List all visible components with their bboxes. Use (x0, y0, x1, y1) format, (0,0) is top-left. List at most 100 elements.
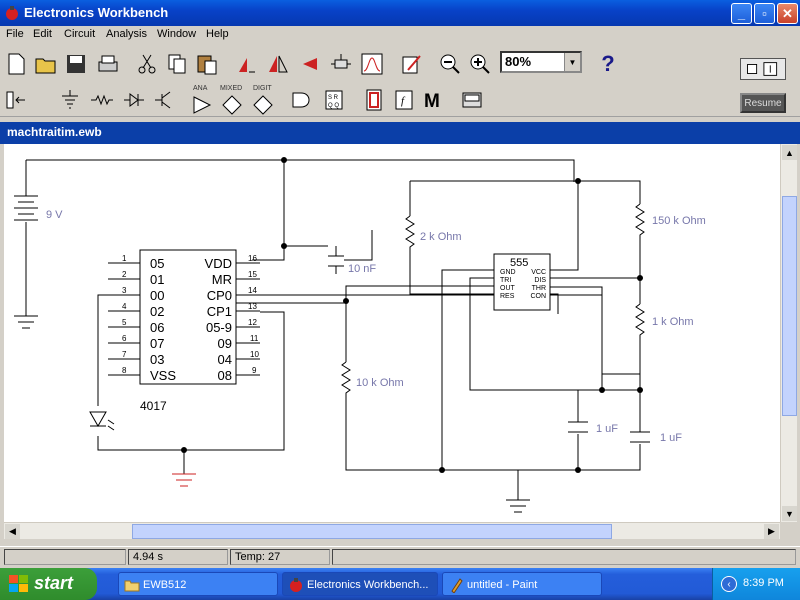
svg-text:CP0: CP0 (207, 288, 232, 303)
resistor-150k (635, 203, 645, 236)
svg-text:8: 8 (122, 366, 127, 375)
menu-circuit[interactable]: Circuit (64, 28, 95, 40)
svg-text:07: 07 (150, 336, 164, 351)
controls-icon[interactable]: f (390, 86, 418, 114)
battery-label: 9 V (46, 209, 63, 221)
svg-text:3: 3 (122, 286, 127, 295)
menu-analysis[interactable]: Analysis (106, 28, 147, 40)
svg-text:12: 12 (248, 318, 257, 327)
horizontal-scrollbar[interactable]: ◀ ▶ (4, 522, 780, 539)
svg-text:9: 9 (252, 366, 257, 375)
svg-text:DIS: DIS (534, 277, 546, 284)
horizontal-scroll-thumb[interactable] (132, 524, 612, 539)
title-bar: Electronics Workbench _ ▫ ✕ (0, 0, 800, 26)
start-label: start (34, 573, 74, 593)
tray-arrow-icon[interactable]: ‹ (721, 576, 737, 592)
menu-window[interactable]: Window (157, 28, 196, 40)
minimize-button[interactable]: _ (731, 3, 752, 24)
subcircuit-icon[interactable] (327, 50, 355, 78)
cap-1uf-b-label: 1 uF (660, 432, 682, 444)
indicators-icon[interactable] (360, 86, 388, 114)
instruments-icon[interactable] (458, 86, 486, 114)
svg-text:4: 4 (122, 302, 127, 311)
wire-mr (344, 230, 373, 261)
task-ewb512[interactable]: EWB512 (118, 572, 278, 596)
basic-icon[interactable] (88, 86, 116, 114)
maximize-button[interactable]: ▫ (754, 3, 775, 24)
print-icon[interactable] (94, 50, 122, 78)
close-button[interactable]: ✕ (777, 3, 798, 24)
scroll-down-icon[interactable]: ▼ (782, 506, 797, 521)
svg-text:CP1: CP1 (207, 304, 232, 319)
schematic-canvas[interactable]: 9 V 05 01 00 02 06 07 03 VSS VDD MR CP0 … (4, 144, 780, 522)
paint-icon (451, 578, 463, 593)
led-symbol (89, 411, 115, 431)
resume-button[interactable]: Resume (740, 93, 786, 113)
vertical-scrollbar[interactable]: ▲ ▼ (780, 144, 797, 522)
windows-logo-icon (9, 575, 28, 592)
svg-text:2: 2 (122, 270, 127, 279)
zoom-select[interactable]: 80% ▼ (500, 51, 582, 73)
battery-symbol (14, 195, 38, 221)
svg-text:02: 02 (150, 304, 164, 319)
wire-555-vcc2 (550, 181, 579, 271)
copy-icon[interactable] (163, 50, 191, 78)
wire-555-vcc (536, 180, 641, 204)
analog-ics-icon[interactable] (188, 91, 216, 119)
favorites-bin-icon[interactable] (2, 86, 30, 114)
resistor-1k (635, 303, 645, 336)
wire-555-gnd (441, 269, 494, 470)
svg-text:03: 03 (150, 352, 164, 367)
miscellaneous-icon[interactable]: M (420, 86, 448, 114)
digital-ics-icon[interactable] (249, 91, 277, 119)
svg-text:13: 13 (248, 302, 257, 311)
mixed-ics-icon[interactable] (218, 91, 246, 119)
logic-gates-icon[interactable] (288, 86, 316, 114)
flip-horizontal-icon[interactable] (264, 50, 292, 78)
svg-text:S R: S R (328, 95, 339, 101)
flip-vertical-icon[interactable] (295, 50, 323, 78)
vertical-scroll-thumb[interactable] (782, 196, 797, 416)
diodes-icon[interactable] (120, 86, 148, 114)
window-title: Electronics Workbench (24, 5, 169, 20)
scroll-right-icon[interactable]: ▶ (764, 524, 779, 539)
svg-text:6: 6 (122, 334, 127, 343)
power-switch[interactable] (740, 58, 786, 80)
help-button[interactable]: ? (593, 49, 623, 79)
ground-symbol-555 (506, 499, 530, 513)
open-folder-icon[interactable] (32, 50, 60, 78)
component-properties-icon[interactable] (398, 50, 426, 78)
svg-text:14: 14 (248, 286, 257, 295)
zoom-in-icon[interactable] (466, 50, 494, 78)
scroll-up-icon[interactable]: ▲ (782, 145, 797, 160)
chevron-down-icon[interactable]: ▼ (564, 53, 580, 71)
sources-icon[interactable] (56, 86, 84, 114)
ewb-app-icon (6, 6, 18, 20)
svg-text:05: 05 (150, 256, 164, 271)
scroll-left-icon[interactable]: ◀ (5, 524, 20, 539)
svg-text:7: 7 (122, 350, 127, 359)
rotate-icon[interactable] (233, 50, 261, 78)
task-paint[interactable]: untitled - Paint (442, 572, 602, 596)
svg-text:10: 10 (250, 350, 259, 359)
paste-icon[interactable] (193, 50, 221, 78)
cap-1uf-a-label: 1 uF (596, 423, 618, 435)
res-10k-label: 10 k Ohm (356, 377, 404, 389)
parts-bin-toolbar: ANA MIXED DIGIT S RQ Q f M (0, 83, 800, 117)
new-file-icon[interactable] (2, 50, 30, 78)
status-message (4, 549, 126, 565)
menu-help[interactable]: Help (206, 28, 229, 40)
menu-edit[interactable]: Edit (33, 28, 52, 40)
transistors-icon[interactable] (150, 86, 178, 114)
capacitor-1uf-b (630, 431, 650, 443)
graph-icon[interactable] (358, 50, 386, 78)
task-electronics-workbench[interactable]: Electronics Workbench... (282, 572, 438, 596)
menu-file[interactable]: File (6, 28, 24, 40)
zoom-out-icon[interactable] (436, 50, 464, 78)
cut-icon[interactable] (133, 50, 161, 78)
start-button[interactable]: start (0, 568, 97, 600)
svg-text:01: 01 (150, 272, 164, 287)
svg-text:VCC: VCC (531, 269, 546, 276)
save-icon[interactable] (62, 50, 90, 78)
digital-icon[interactable]: S R Q Q (320, 86, 348, 114)
